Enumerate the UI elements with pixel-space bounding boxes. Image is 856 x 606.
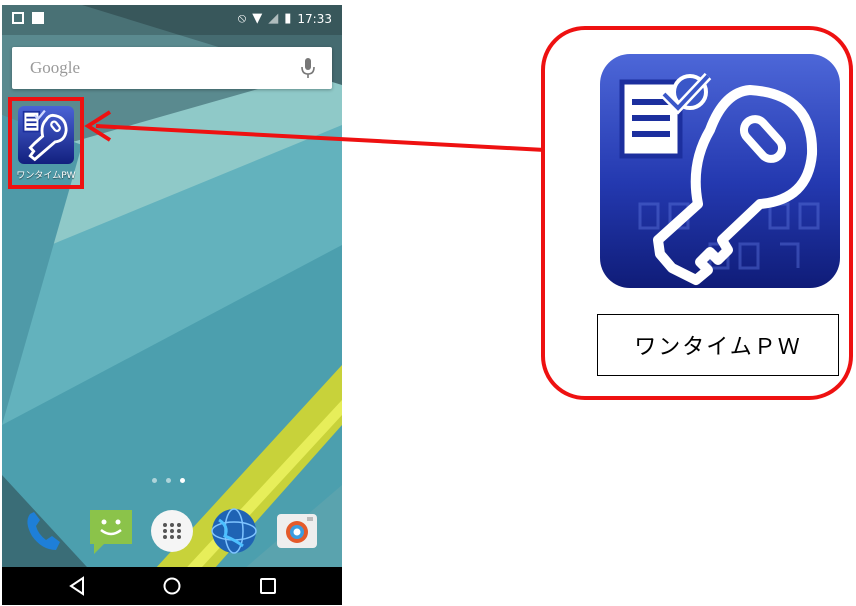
key-document-icon[interactable] <box>18 106 74 164</box>
page-dot <box>152 478 157 483</box>
status-time: 17:33 <box>297 12 332 26</box>
globe-icon[interactable] <box>209 506 259 556</box>
google-search-bar[interactable]: Google <box>12 47 332 89</box>
key-document-icon <box>600 54 840 288</box>
home-icon[interactable] <box>161 575 183 597</box>
grid-dots-icon[interactable] <box>147 506 197 556</box>
onetime-pw-app-highlight[interactable]: ワンタイムPW <box>8 97 84 189</box>
status-bar: ⦸ ▼ ◢ ▮ 17:33 <box>2 5 342 35</box>
app-callout: ワンタイムＰＷ <box>541 26 853 400</box>
app-label: ワンタイムPW <box>16 171 76 181</box>
battery-icon: ▮ <box>284 11 292 26</box>
message-smile-icon[interactable] <box>86 506 136 556</box>
phone-screen: ⦸ ▼ ◢ ▮ 17:33 Google ワンタイムPW <box>2 5 342 605</box>
bag-icon <box>32 12 44 24</box>
page-dot <box>166 478 171 483</box>
navigation-bar <box>2 567 342 605</box>
recents-icon[interactable] <box>257 575 279 597</box>
search-brand: Google <box>30 58 81 77</box>
back-icon[interactable] <box>67 575 89 597</box>
page-indicator <box>152 478 185 483</box>
page-dot-active <box>180 478 185 483</box>
do-not-disturb-icon: ⦸ <box>237 11 247 26</box>
phone-icon[interactable] <box>20 506 70 556</box>
app-name-label: ワンタイムＰＷ <box>597 314 839 376</box>
camera-icon[interactable] <box>272 506 322 556</box>
mic-icon[interactable] <box>298 56 318 80</box>
signal-icon: ◢ <box>268 11 279 26</box>
wifi-icon: ▼ <box>252 11 263 26</box>
image-icon <box>12 12 24 24</box>
dock <box>2 503 342 563</box>
